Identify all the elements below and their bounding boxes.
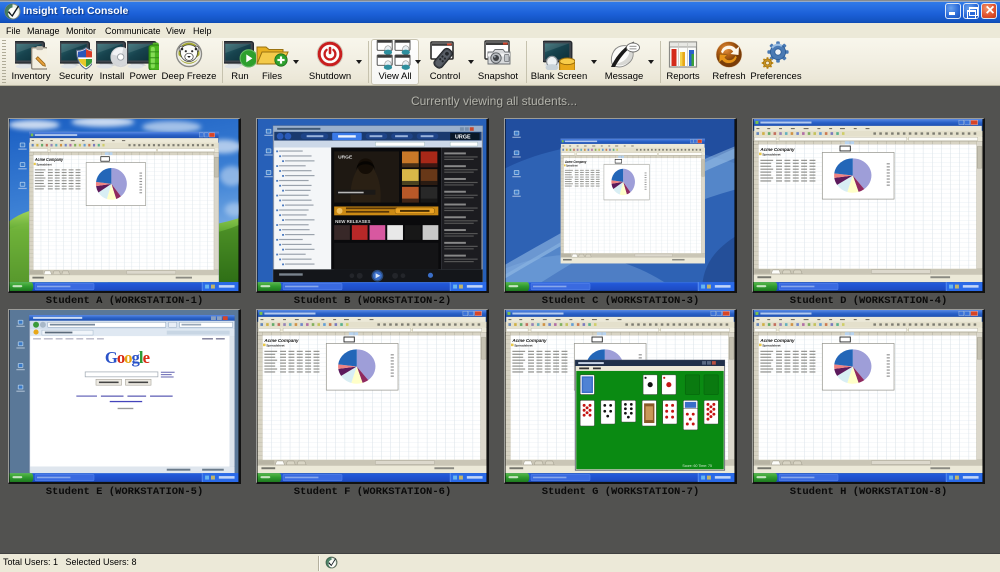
- svg-text:URGE: URGE: [455, 135, 471, 141]
- svg-text:NEW RELEASES: NEW RELEASES: [335, 219, 370, 224]
- svg-text:URGE: URGE: [338, 154, 353, 160]
- svg-text:Google: Google: [105, 348, 150, 367]
- svg-text:Score: 60 Time: 75: Score: 60 Time: 75: [682, 464, 712, 468]
